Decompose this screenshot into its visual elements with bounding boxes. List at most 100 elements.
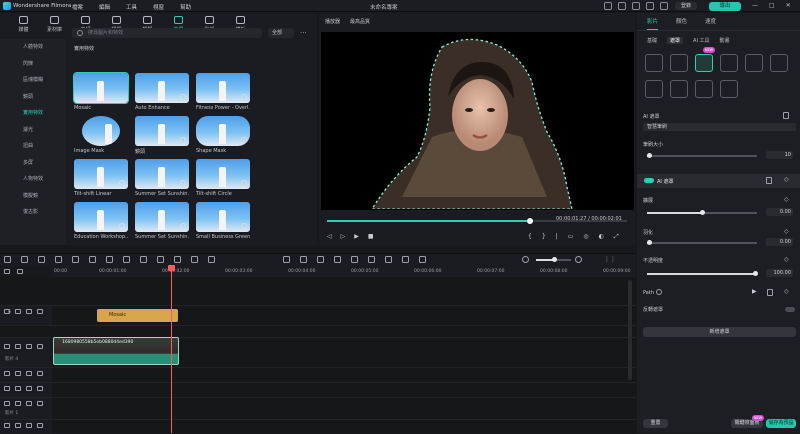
- effect-card[interactable]: Summer Set Sunshin...: [135, 159, 189, 197]
- progress-knob[interactable]: [527, 218, 533, 224]
- subtab-ai-tools[interactable]: AI 工具: [693, 37, 710, 44]
- fit-icon[interactable]: [191, 256, 198, 263]
- zoom-icon[interactable]: [123, 256, 130, 263]
- track-audio-icon[interactable]: [26, 371, 32, 376]
- keyframe-diamond-icon[interactable]: ◇: [784, 176, 789, 183]
- play-path-icon[interactable]: ▶: [752, 288, 757, 295]
- text-icon[interactable]: [106, 256, 113, 263]
- snapshot-icon[interactable]: ◎: [583, 233, 588, 241]
- effect-card[interactable]: Education Workshop...: [74, 202, 128, 240]
- play-back-icon[interactable]: ▷: [341, 233, 346, 240]
- color-icon[interactable]: [140, 256, 147, 263]
- trash-icon[interactable]: [783, 112, 789, 119]
- expand-value[interactable]: 0.00: [766, 208, 793, 216]
- redo-icon[interactable]: [38, 256, 45, 263]
- single-line-mask-icon[interactable]: [645, 80, 663, 98]
- grid-icon[interactable]: ⋮⋮: [604, 256, 616, 263]
- split-icon[interactable]: [72, 256, 79, 263]
- display-icon[interactable]: ▭: [568, 233, 574, 241]
- video-clip[interactable]: 1680980558b5eb0880d4ed390: [53, 337, 179, 365]
- crop-icon[interactable]: [89, 256, 96, 263]
- heart-mask-icon[interactable]: [695, 80, 713, 98]
- track-folder-icon[interactable]: [15, 344, 21, 349]
- keyframe-diamond-icon[interactable]: ◇: [784, 288, 789, 295]
- marker-icon[interactable]: [317, 256, 324, 263]
- track-lock-icon[interactable]: [4, 344, 10, 349]
- sidebar-item[interactable]: 閃爍: [0, 56, 66, 73]
- player-tab[interactable]: 播放器: [325, 18, 340, 25]
- download-icon[interactable]: [180, 94, 186, 100]
- effect-card[interactable]: Small Business Green...: [196, 202, 250, 240]
- download-icon[interactable]: [119, 223, 125, 229]
- cloud-icon[interactable]: [618, 2, 626, 10]
- select-tool-icon[interactable]: [4, 256, 11, 263]
- track-eye-icon[interactable]: [37, 344, 43, 349]
- subtab-mask[interactable]: 遮罩: [667, 37, 684, 44]
- track-eye-icon[interactable]: [37, 423, 43, 428]
- track-eye-icon[interactable]: [37, 386, 43, 391]
- download-icon[interactable]: [241, 94, 247, 100]
- track-folder-icon[interactable]: [15, 423, 21, 428]
- sidebar-item[interactable]: 區塊模糊: [0, 72, 66, 89]
- effect-card[interactable]: Image Mask: [74, 116, 128, 154]
- effects-search-input[interactable]: 搜尋圖片和特效: [72, 28, 262, 38]
- sidebar-item[interactable]: 鏡頭: [0, 89, 66, 106]
- link-icon[interactable]: [17, 269, 23, 274]
- menu-help[interactable]: 幫助: [180, 3, 191, 11]
- quality-dropdown[interactable]: 最高品質: [350, 18, 370, 25]
- timeline-ruler[interactable]: 00:00 00:00:01:00 00:00:02:00 00:00:03:0…: [52, 266, 636, 277]
- track-eye-icon[interactable]: [37, 401, 43, 406]
- menu-window[interactable]: 視窗: [153, 3, 164, 11]
- more-options-icon[interactable]: ···: [300, 28, 307, 38]
- tool-library[interactable]: 素材庫: [39, 13, 70, 38]
- brush-size-value[interactable]: 10: [766, 151, 793, 159]
- keyframe-diamond-icon[interactable]: ◇: [784, 228, 789, 235]
- track-audio-icon[interactable]: [26, 401, 32, 406]
- track-folder-icon[interactable]: [15, 309, 21, 314]
- no-mask-icon[interactable]: [670, 54, 688, 72]
- download-icon[interactable]: [119, 180, 125, 186]
- sidebar-item[interactable]: 模擬鏡: [0, 188, 66, 205]
- tab-speed[interactable]: 速度: [705, 13, 716, 30]
- close-icon[interactable]: ✕: [786, 2, 791, 9]
- duration-icon[interactable]: [174, 256, 181, 263]
- play-icon[interactable]: ▶: [354, 233, 359, 240]
- download-icon[interactable]: [180, 137, 186, 143]
- speed-icon[interactable]: [157, 256, 164, 263]
- star-mask-icon[interactable]: [720, 80, 738, 98]
- sidebar-item[interactable]: 復古影: [0, 204, 66, 221]
- keyframe-diamond-icon[interactable]: ◇: [784, 196, 789, 203]
- render-icon[interactable]: [283, 256, 290, 263]
- track-lock-icon[interactable]: [4, 386, 10, 391]
- track-eye-icon[interactable]: [37, 371, 43, 376]
- effect-card[interactable]: Summer Set Sunshin...: [135, 202, 189, 240]
- delete-icon[interactable]: [55, 256, 62, 263]
- mosaic-effect-clip[interactable]: Mosaic: [97, 309, 178, 322]
- previous-frame-icon[interactable]: ◁: [327, 233, 332, 240]
- track-audio-icon[interactable]: [26, 344, 32, 349]
- tool-media[interactable]: 媒體: [8, 13, 39, 38]
- gift-icon[interactable]: [660, 2, 668, 10]
- fullscreen-icon[interactable]: ⤢: [614, 233, 619, 241]
- monitor-icon[interactable]: [604, 2, 612, 10]
- playhead-handle[interactable]: [168, 265, 175, 271]
- invert-mask-toggle[interactable]: [785, 307, 795, 312]
- feather-slider[interactable]: [647, 240, 757, 245]
- minimize-icon[interactable]: —: [752, 2, 758, 9]
- download-icon[interactable]: [180, 223, 186, 229]
- timeline-zoom-slider[interactable]: [536, 257, 571, 262]
- subtab-animation[interactable]: 動畫: [720, 37, 730, 44]
- sidebar-item[interactable]: 人物特效: [0, 171, 66, 188]
- export-button[interactable]: 導出: [709, 2, 741, 11]
- double-line-mask-icon[interactable]: [670, 80, 688, 98]
- message-icon[interactable]: [632, 2, 640, 10]
- keyframe-diamond-icon[interactable]: ◇: [784, 256, 789, 263]
- ai-icon[interactable]: [334, 256, 341, 263]
- zoom-in-icon[interactable]: [575, 256, 582, 263]
- tab-video[interactable]: 影片: [647, 13, 659, 30]
- voiceover-icon[interactable]: [368, 256, 375, 263]
- mark-in-icon[interactable]: {: [528, 233, 532, 241]
- masked-subject-image[interactable]: [372, 37, 577, 209]
- share-icon[interactable]: [646, 2, 654, 10]
- delete-mask-icon[interactable]: [766, 177, 772, 184]
